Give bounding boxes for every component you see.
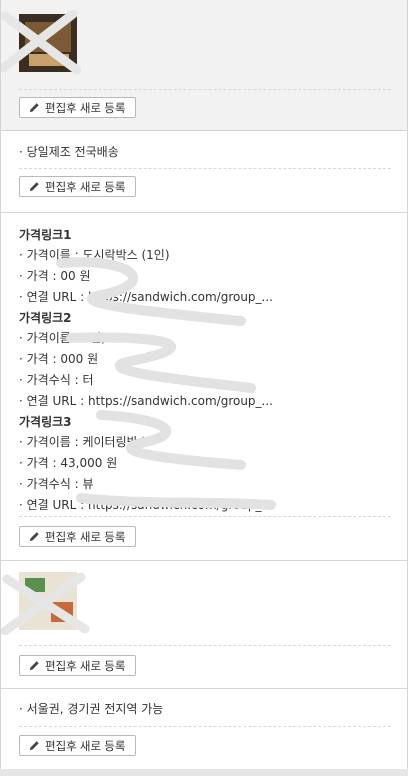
thumbnail-orange-block — [51, 602, 73, 622]
image-section-2: 편집후 새로 등록 — [1, 561, 407, 689]
price-link-2-name: · 가격이름 : 1인) — [19, 328, 309, 349]
divider — [19, 168, 391, 169]
price-value: 43,000 원 — [60, 456, 118, 470]
url-value: https://sandwich.com/group_... — [88, 290, 273, 304]
name-value: 1인) — [82, 331, 106, 345]
divider — [19, 645, 391, 646]
name-value: 케이터링박스 — [82, 435, 149, 449]
area-section: · 서울권, 경기권 전지역 가능 편집후 새로 등록 — [1, 689, 407, 769]
delivery-section: · 당일제조 전국배송 편집후 새로 등록 — [1, 131, 407, 213]
price-link-3-name: · 가격이름 : 케이터링박스 — [19, 432, 309, 453]
price-label: · 가격 : — [19, 352, 61, 366]
edit-register-label: 편집후 새로 등록 — [45, 531, 126, 544]
name-label: · 가격이름 : — [19, 331, 83, 345]
formula-value: 터 — [82, 373, 94, 387]
price-links-section: 가격링크1 · 가격이름 : 도시락박스 (1인) · 가격 : 00 원 · … — [1, 213, 407, 561]
food-image-area — [25, 22, 71, 52]
price-value: 00 원 — [60, 269, 91, 283]
product-thumbnail-2[interactable] — [19, 572, 77, 630]
price-link-2-formula: · 가격수식 : 터 — [19, 370, 309, 391]
thumbnail-green-block — [25, 578, 45, 592]
url-label: · 연결 URL : — [19, 498, 89, 512]
pencil-icon — [29, 182, 39, 192]
formula-value: 뷰 — [82, 477, 94, 491]
edit-register-button[interactable]: 편집후 새로 등록 — [19, 176, 137, 197]
bottom-bar — [0, 769, 408, 776]
price-label: · 가격 : — [19, 456, 61, 470]
price-link-1-url: · 연결 URL : https://sandwich.com/group_..… — [19, 287, 309, 308]
divider — [19, 726, 391, 727]
price-link-1-title: 가격링크1 — [19, 228, 72, 242]
food-image-highlight — [29, 54, 69, 66]
pencil-icon — [29, 532, 39, 542]
price-link-3-price: · 가격 : 43,000 원 — [19, 453, 309, 474]
edit-register-button[interactable]: 편집후 새로 등록 — [19, 526, 137, 547]
price-link-2-url: · 연결 URL : https://sandwich.com/group_..… — [19, 391, 309, 412]
name-label: · 가격이름 : — [19, 435, 83, 449]
name-value: 도시락박스 (1인) — [82, 248, 170, 262]
formula-label: · 가격수식 : — [19, 373, 83, 387]
edit-register-button[interactable]: 편집후 새로 등록 — [19, 735, 137, 756]
edit-register-button[interactable]: 편집후 새로 등록 — [19, 97, 137, 118]
price-link-2-title: 가격링크2 — [19, 311, 72, 325]
divider — [19, 89, 391, 90]
name-label: · 가격이름 : — [19, 248, 83, 262]
price-link-2-price: · 가격 : 000 원 — [19, 349, 309, 370]
price-value: 000 원 — [60, 352, 99, 366]
pencil-icon — [29, 103, 39, 113]
pencil-icon — [29, 741, 39, 751]
product-edit-list: 편집후 새로 등록 · 당일제조 전국배송 편집후 새로 등록 가격링크1 · … — [0, 0, 408, 770]
price-link-1-price: · 가격 : 00 원 — [19, 266, 309, 287]
url-value: https://sandwich.com/group_... — [88, 498, 273, 512]
edit-register-label: 편집후 새로 등록 — [45, 740, 126, 753]
divider — [19, 516, 391, 517]
price-link-1-name: · 가격이름 : 도시락박스 (1인) — [19, 245, 309, 266]
product-thumbnail-1[interactable] — [19, 14, 77, 72]
delivery-text: · 당일제조 전국배송 — [19, 145, 119, 159]
price-link-3-formula: · 가격수식 : 뷰 — [19, 474, 309, 495]
edit-register-button[interactable]: 편집후 새로 등록 — [19, 655, 137, 676]
price-link-3-title: 가격링크3 — [19, 415, 72, 429]
edit-register-label: 편집후 새로 등록 — [45, 660, 126, 673]
image-section-1: 편집후 새로 등록 — [1, 0, 407, 131]
price-label: · 가격 : — [19, 269, 61, 283]
url-label: · 연결 URL : — [19, 394, 89, 408]
edit-register-label: 편집후 새로 등록 — [45, 102, 126, 115]
formula-label: · 가격수식 : — [19, 477, 83, 491]
area-text: · 서울권, 경기권 전지역 가능 — [19, 702, 164, 716]
url-label: · 연결 URL : — [19, 290, 89, 304]
pencil-icon — [29, 661, 39, 671]
price-link-3-url: · 연결 URL : https://sandwich.com/group_..… — [19, 495, 309, 516]
edit-register-label: 편집후 새로 등록 — [45, 181, 126, 194]
url-value: https://sandwich.com/group_... — [88, 394, 273, 408]
